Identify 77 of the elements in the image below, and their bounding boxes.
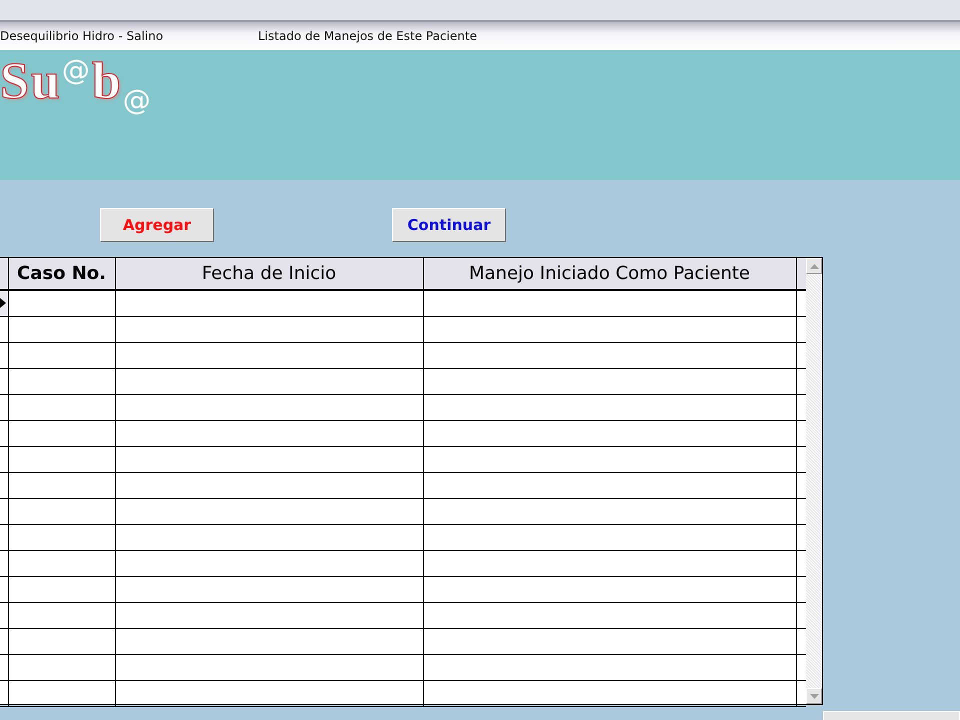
- table-cell[interactable]: [8, 602, 115, 628]
- row-selector[interactable]: [0, 524, 8, 550]
- scroll-down-button[interactable]: [806, 688, 822, 704]
- row-selector[interactable]: [0, 472, 8, 498]
- table-cell[interactable]: [423, 420, 796, 446]
- table-cell[interactable]: [8, 342, 115, 368]
- table-cell[interactable]: [423, 498, 796, 524]
- table-cell[interactable]: [8, 498, 115, 524]
- table-cell[interactable]: [8, 680, 115, 706]
- table-cell[interactable]: [115, 628, 423, 654]
- row-selector[interactable]: [0, 680, 8, 706]
- tab[interactable]: Listado de Manejos de Este Paciente: [258, 29, 477, 43]
- row-selector[interactable]: [0, 550, 8, 576]
- column-header[interactable]: Fecha de Inicio: [115, 258, 423, 290]
- table-cell[interactable]: [423, 602, 796, 628]
- row-selector[interactable]: [0, 628, 8, 654]
- row-selector[interactable]: [0, 602, 8, 628]
- table-cell[interactable]: [115, 498, 423, 524]
- row-pointer-icon: [0, 298, 6, 308]
- table-cell[interactable]: [8, 524, 115, 550]
- table-cell[interactable]: [423, 446, 796, 472]
- row-selector[interactable]: [0, 368, 8, 394]
- scroll-up-button[interactable]: [806, 258, 822, 274]
- scrollbar[interactable]: [806, 258, 822, 704]
- table-cell[interactable]: [115, 316, 423, 342]
- table-cell[interactable]: [423, 654, 796, 680]
- row-selector[interactable]: [0, 342, 8, 368]
- table-cell[interactable]: [115, 394, 423, 420]
- continue-button[interactable]: Continuar: [392, 208, 506, 242]
- table-cell[interactable]: [423, 680, 796, 706]
- table-cell[interactable]: [423, 394, 796, 420]
- table-cell[interactable]: [423, 368, 796, 394]
- table-cell[interactable]: [115, 602, 423, 628]
- table-cell[interactable]: [115, 550, 423, 576]
- column-header[interactable]: Manejo Iniciado Como Paciente: [423, 258, 796, 290]
- table-cell[interactable]: [423, 290, 796, 316]
- table-cell[interactable]: [115, 290, 423, 316]
- tab[interactable]: Desequilibrio Hidro - Salino: [0, 29, 258, 43]
- row-selector[interactable]: [0, 420, 8, 446]
- table-cell[interactable]: [423, 576, 796, 602]
- logo: Su$^{@}$b$_{@}$: [0, 52, 154, 114]
- table-cell[interactable]: [423, 524, 796, 550]
- row-selector[interactable]: [0, 654, 8, 680]
- table-cell[interactable]: [115, 576, 423, 602]
- table-cell[interactable]: [115, 472, 423, 498]
- table-cell[interactable]: [8, 420, 115, 446]
- table-cell[interactable]: [115, 680, 423, 706]
- row-selector[interactable]: [0, 446, 8, 472]
- table-cell[interactable]: [115, 342, 423, 368]
- row-selector[interactable]: [0, 290, 8, 316]
- row-selector[interactable]: [0, 576, 8, 602]
- arrow-up-icon: [810, 264, 818, 268]
- table-cell[interactable]: [8, 576, 115, 602]
- table-cell[interactable]: [8, 628, 115, 654]
- table-cell[interactable]: [115, 446, 423, 472]
- table-cell[interactable]: [8, 654, 115, 680]
- table-cell[interactable]: [423, 628, 796, 654]
- table-cell[interactable]: [8, 394, 115, 420]
- table-cell[interactable]: [8, 316, 115, 342]
- column-header[interactable]: Caso No.: [8, 258, 115, 290]
- table-cell[interactable]: [115, 524, 423, 550]
- table-cell[interactable]: [423, 472, 796, 498]
- table-cell[interactable]: [423, 342, 796, 368]
- table-cell[interactable]: [115, 654, 423, 680]
- table-cell[interactable]: [8, 550, 115, 576]
- table-cell[interactable]: [115, 368, 423, 394]
- table-cell[interactable]: [423, 550, 796, 576]
- table-cell[interactable]: [423, 316, 796, 342]
- table-cell[interactable]: [8, 368, 115, 394]
- row-selector[interactable]: [0, 394, 8, 420]
- table-cell[interactable]: [8, 290, 115, 316]
- row-selector[interactable]: [0, 316, 8, 342]
- table-cell[interactable]: [8, 446, 115, 472]
- arrow-down-icon: [810, 694, 818, 698]
- table-cell[interactable]: [115, 420, 423, 446]
- table-cell[interactable]: [8, 472, 115, 498]
- row-selector[interactable]: [0, 498, 8, 524]
